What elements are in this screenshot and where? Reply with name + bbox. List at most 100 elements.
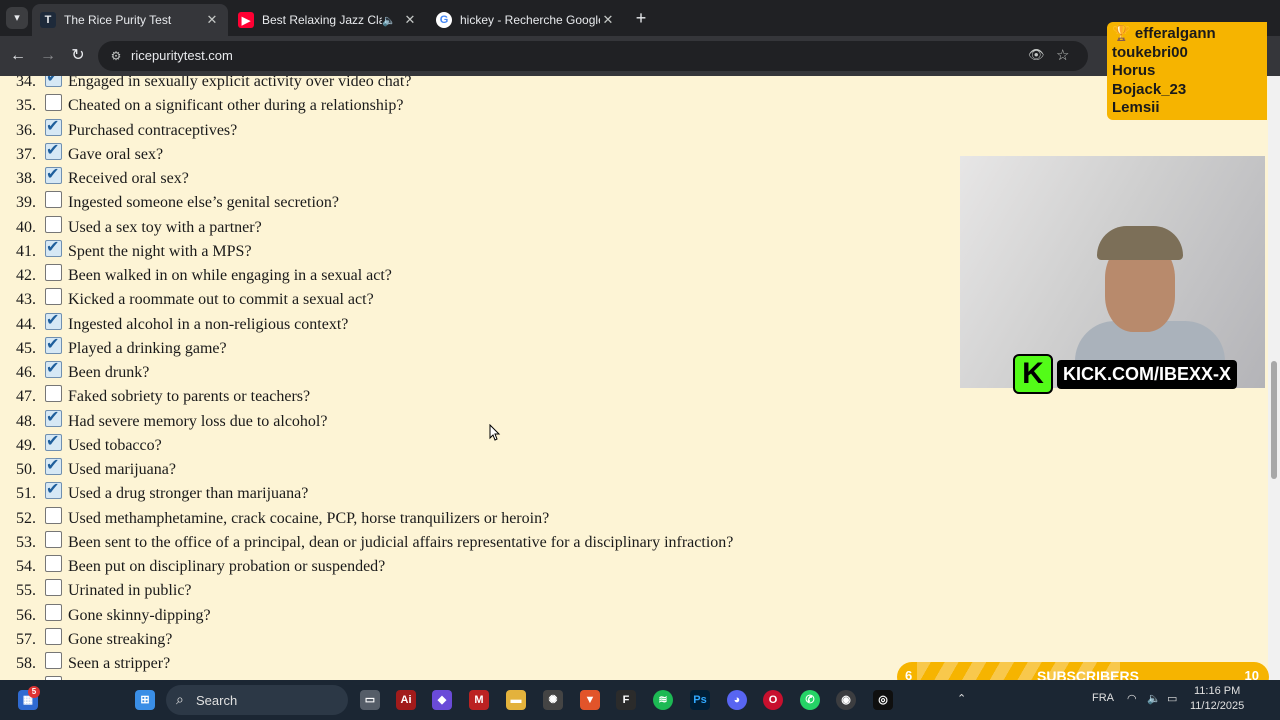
mcafee-icon[interactable]: M — [469, 690, 489, 710]
question-text[interactable]: Had severe memory loss due to alcohol? — [68, 413, 327, 431]
question-text[interactable]: Used a drug stronger than marijuana? — [68, 485, 308, 503]
chrome-icon[interactable]: ◉ — [836, 690, 856, 710]
trophy-icon: 🏆 — [1112, 25, 1131, 42]
top-users-overlay: 🏆 efferalgann toukebri00 Horus Bojack_23… — [1107, 22, 1267, 120]
spotify-icon[interactable]: ≋ — [653, 690, 673, 710]
question-text[interactable]: Gave oral sex? — [68, 146, 163, 164]
checkbox[interactable] — [45, 555, 62, 572]
question-text[interactable]: Faked sobriety to parents or teachers? — [68, 388, 310, 406]
question-text[interactable]: Used marijuana? — [68, 461, 176, 479]
question-text[interactable]: Ingested someone else’s genital secretio… — [68, 194, 339, 212]
tab-jazz[interactable]: ▶ Best Relaxing Jazz Classics - 🔈 ✕ — [230, 4, 426, 36]
checkbox-checked[interactable] — [45, 164, 62, 184]
opera-gx-icon[interactable]: O — [763, 690, 783, 710]
eye-off-icon[interactable]: 👁 — [1028, 47, 1045, 63]
chevron-up-icon[interactable]: ⌃ — [957, 692, 966, 705]
scrollbar-thumb[interactable] — [1271, 361, 1277, 479]
checkbox[interactable] — [45, 579, 62, 597]
question-text[interactable]: Been walked in on while engaging in a se… — [68, 267, 392, 285]
tab-google[interactable]: G hickey - Recherche Google ✕ — [428, 4, 624, 36]
bookmark-star-icon[interactable]: ☆ — [1056, 46, 1069, 64]
question-text[interactable]: Used a sex toy with a partner? — [68, 219, 262, 237]
checkbox-checked[interactable] — [45, 358, 62, 378]
question-text[interactable]: Seen a stripper? — [68, 655, 170, 673]
language-indicator[interactable]: FRA — [1092, 692, 1114, 704]
question-text[interactable]: Ingested alcohol in a non-religious cont… — [68, 316, 348, 334]
tab-search-icon[interactable]: ▾ — [6, 7, 28, 29]
tab-title: Best Relaxing Jazz Classics - — [262, 13, 382, 27]
figma-icon[interactable]: F — [616, 690, 636, 710]
checkbox[interactable] — [45, 215, 62, 233]
chatgpt-icon[interactable]: ✺ — [543, 690, 563, 710]
checkbox-checked[interactable] — [45, 116, 62, 136]
question-row: 43. Kicked a roommate out to commit a sex… — [0, 288, 900, 312]
question-text[interactable]: Been sent to the office of a principal, … — [68, 534, 733, 552]
whatsapp-icon[interactable]: ✆ — [800, 690, 820, 710]
back-arrow-icon[interactable]: ← — [7, 45, 29, 67]
checkbox[interactable] — [45, 385, 62, 403]
url-text[interactable]: ricepuritytest.com — [131, 48, 233, 63]
reload-icon[interactable]: ↻ — [67, 45, 89, 67]
photoshop-icon[interactable]: Ps — [690, 690, 710, 710]
close-icon[interactable]: ✕ — [204, 12, 220, 28]
close-icon[interactable]: ✕ — [402, 12, 418, 28]
clock-date: 11/12/2025 — [1190, 700, 1245, 712]
top-user: Horus — [1112, 62, 1156, 79]
checkbox-checked[interactable] — [45, 76, 62, 87]
file-explorer-icon[interactable]: ▬ — [506, 690, 526, 710]
address-bar[interactable]: ⚙ ricepuritytest.com 👁 ☆ — [98, 41, 1088, 71]
question-text[interactable]: Used methamphetamine, crack cocaine, PCP… — [68, 510, 549, 528]
checkbox-checked[interactable] — [45, 140, 62, 160]
checkbox-checked[interactable] — [45, 455, 62, 475]
question-text[interactable]: Received oral sex? — [68, 170, 189, 188]
volume-icon[interactable]: 🔈 — [1147, 692, 1161, 705]
question-text[interactable]: Urinated in public? — [68, 582, 192, 600]
question-text[interactable]: Purchased contraceptives? — [68, 122, 237, 140]
checkbox[interactable] — [45, 264, 62, 281]
checkbox-checked[interactable] — [45, 310, 62, 330]
question-text[interactable]: Played a drinking game? — [68, 340, 227, 358]
question-text[interactable]: Been drunk? — [68, 364, 149, 382]
checkbox-checked[interactable] — [45, 407, 62, 427]
illustrator-icon[interactable]: Ai — [396, 690, 416, 710]
taskbar-search[interactable]: ⌕ Search — [166, 685, 348, 715]
brave-icon[interactable]: ▼ — [580, 690, 600, 710]
windows-start-icon[interactable]: ⊞ — [135, 690, 155, 710]
scrollbar[interactable] — [1268, 76, 1280, 680]
question-text[interactable]: Spent the night with a MPS? — [68, 243, 252, 261]
forward-arrow-icon[interactable]: → — [37, 45, 59, 67]
new-tab-icon[interactable]: + — [632, 8, 650, 29]
system-clock[interactable]: 11:16 PM 11/12/2025 — [1190, 684, 1244, 714]
obs-icon[interactable]: ◎ — [873, 690, 893, 710]
checkbox-checked[interactable] — [45, 237, 62, 257]
checkbox[interactable] — [45, 288, 62, 306]
task-view-icon[interactable]: ▭ — [360, 690, 380, 710]
speaker-icon[interactable]: 🔈 — [382, 14, 396, 27]
checkbox[interactable] — [45, 191, 62, 209]
checkbox-checked[interactable] — [45, 334, 62, 354]
wifi-icon[interactable]: ◠ — [1127, 692, 1137, 705]
question-text[interactable]: Gone skinny-dipping? — [68, 607, 211, 625]
question-row: 47. Faked sobriety to parents or teachers… — [0, 385, 900, 409]
question-text[interactable]: Used tobacco? — [68, 437, 162, 455]
close-icon[interactable]: ✕ — [600, 12, 616, 28]
question-text[interactable]: Gone streaking? — [68, 631, 172, 649]
checkbox[interactable] — [45, 603, 62, 621]
question-text[interactable]: Kicked a roommate out to commit a sexual… — [68, 291, 374, 309]
checkbox[interactable] — [45, 94, 62, 112]
discord-icon[interactable]: ◕ — [727, 690, 747, 710]
checkbox-checked[interactable] — [45, 479, 62, 500]
checkbox[interactable] — [45, 506, 62, 524]
question-text[interactable]: Been put on disciplinary probation or su… — [68, 558, 385, 576]
question-row: 44. Ingested alcohol in a non-religious c… — [0, 310, 900, 337]
question-text[interactable]: Cheated on a significant other during a … — [68, 97, 403, 115]
checkbox[interactable] — [45, 652, 62, 669]
question-text[interactable]: Engaged in sexually explicit activity ov… — [68, 76, 411, 91]
copilot-icon[interactable]: ◆ — [432, 690, 452, 710]
checkbox[interactable] — [45, 627, 62, 645]
site-info-icon[interactable]: ⚙ — [108, 48, 124, 64]
battery-icon[interactable]: ▭ — [1167, 692, 1177, 705]
checkbox-checked[interactable] — [45, 431, 62, 451]
checkbox[interactable] — [45, 530, 62, 548]
tab-rice-purity[interactable]: T The Rice Purity Test ✕ — [32, 4, 228, 36]
